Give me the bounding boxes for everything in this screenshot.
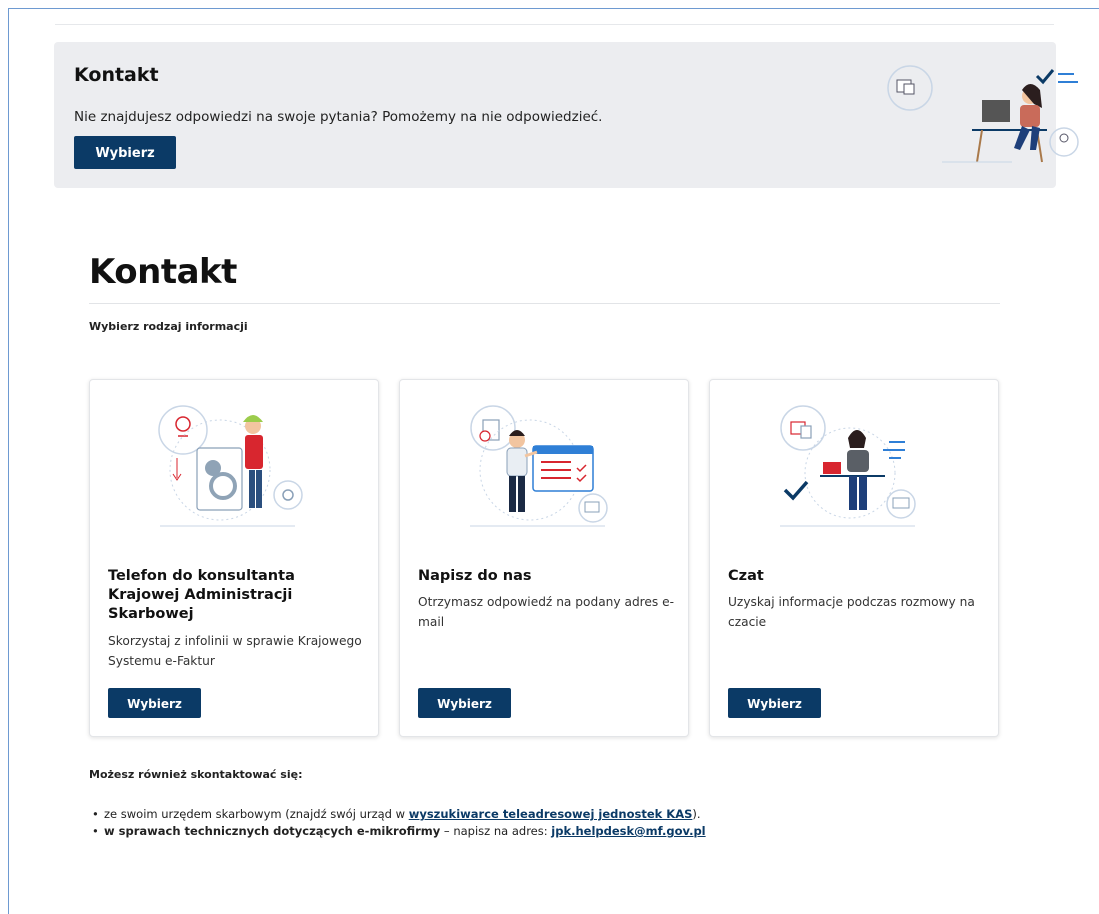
support-agent-illustration	[887, 65, 1079, 163]
section-subtitle: Wybierz rodzaj informacji	[89, 320, 248, 333]
consultant-phone-illustration	[158, 405, 303, 527]
card-write-title: Napisz do nas	[418, 568, 532, 584]
card-phone-select-button[interactable]: Wybierz	[108, 688, 201, 718]
card-write-select-button[interactable]: Wybierz	[418, 688, 511, 718]
list-item: w sprawach technicznych dotyczących e-mi…	[92, 823, 792, 840]
helpdesk-email-link[interactable]: jpk.helpdesk@mf.gov.pl	[551, 824, 705, 838]
title-divider	[89, 303, 1000, 304]
banner-text: Nie znajdujesz odpowiedzi na swoje pytan…	[74, 109, 603, 125]
top-divider	[55, 24, 1054, 25]
card-chat-title: Czat	[728, 568, 764, 584]
alternative-contact-title: Możesz również skontaktować się:	[89, 768, 303, 781]
alternative-contact-list: ze swoim urzędem skarbowym (znajdź swój …	[92, 806, 792, 840]
card-chat: Czat Uzyskaj informacje podczas rozmowy …	[709, 379, 999, 737]
card-chat-description: Uzyskaj informacje podczas rozmowy na cz…	[728, 595, 975, 629]
card-chat-select-button[interactable]: Wybierz	[728, 688, 821, 718]
card-write: Napisz do nas Otrzymasz odpowiedź na pod…	[399, 379, 689, 737]
card-write-description: Otrzymasz odpowiedź na podany adres e-ma…	[418, 595, 675, 629]
banner-select-button[interactable]: Wybierz	[74, 136, 176, 169]
card-phone-description: Skorzystaj z infolinii w sprawie Krajowe…	[108, 634, 362, 668]
card-phone-title: Telefon do konsultanta Krajowej Administ…	[108, 568, 295, 622]
banner-title: Kontakt	[74, 64, 159, 86]
chat-illustration	[780, 405, 916, 527]
list-item: ze swoim urzędem skarbowym (znajdź swój …	[92, 806, 792, 823]
page-title: Kontakt	[89, 252, 237, 292]
kas-directory-link[interactable]: wyszukiwarce teleadresowej jednostek KAS	[409, 807, 693, 821]
card-phone: Telefon do konsultanta Krajowej Administ…	[89, 379, 379, 737]
write-to-us-illustration	[470, 405, 608, 527]
contact-banner: Kontakt Nie znajdujesz odpowiedzi na swo…	[54, 42, 1079, 188]
